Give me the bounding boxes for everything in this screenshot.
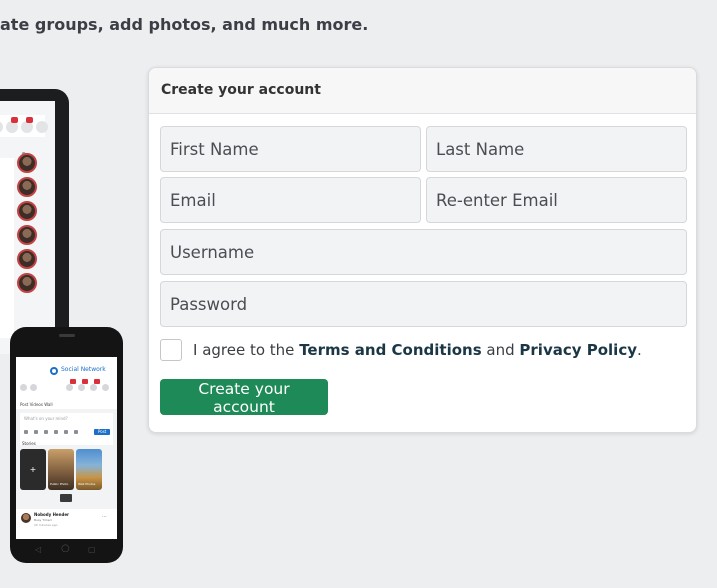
create-account-button[interactable]: Create your account xyxy=(160,379,328,416)
phone-nav-bar: ◁ ○ ▢ xyxy=(10,541,123,563)
laptop-notification-badge xyxy=(26,117,33,123)
phone-video-icon xyxy=(34,430,38,434)
social-network-logo-icon xyxy=(50,367,58,375)
phone-card-avatar xyxy=(21,513,31,523)
agree-suffix-text: . xyxy=(636,341,642,359)
phone-notification-badge xyxy=(70,379,76,384)
phone-emoji-icon xyxy=(54,430,58,434)
phone-notification-badge xyxy=(82,379,88,384)
phone-back-icon: ◁ xyxy=(35,545,42,554)
phone-card-menu-icon: ... xyxy=(102,513,107,519)
phone-friends-icon xyxy=(66,384,73,391)
laptop-avatar xyxy=(17,201,37,221)
laptop-notification-badge xyxy=(11,117,18,123)
agree-terms-label: I agree to the Terms and Conditions and … xyxy=(193,341,642,359)
phone-post-placeholder: What's on your mind? xyxy=(24,416,68,421)
email-input[interactable] xyxy=(160,177,421,223)
signup-card: Create your account I agree to the Terms… xyxy=(148,67,697,433)
phone-stories-label: Stories xyxy=(22,441,36,446)
reenter-email-input[interactable] xyxy=(426,177,687,223)
phone-location-icon xyxy=(74,430,78,434)
laptop-avatar xyxy=(17,273,37,293)
first-name-input[interactable] xyxy=(160,126,421,172)
phone-globe-icon xyxy=(90,384,97,391)
phone-post-button-label: Post xyxy=(98,429,107,434)
laptop-avatar xyxy=(17,153,37,173)
laptop-feed xyxy=(0,158,14,338)
phone-card-name: Nobody Hender xyxy=(34,512,70,517)
phone-logo-text: Social Network xyxy=(61,366,106,373)
hero-subtitle: ate groups, add photos, and much more. xyxy=(0,15,369,34)
phone-menu-icon xyxy=(20,384,27,391)
phone-speaker xyxy=(59,334,75,337)
phone-app-header: Social Network Post Videos Wall xyxy=(16,357,117,409)
agree-terms-checkbox[interactable] xyxy=(160,339,182,361)
phone-feed-card: Nobody Hender Busy Timed 20 minutes ago … xyxy=(16,509,117,539)
phone-story-name: Public Photo xyxy=(50,482,69,486)
phone-mockup: Social Network Post Videos Wall What's o… xyxy=(10,327,123,563)
laptop-screen: ✎ xyxy=(0,101,55,354)
phone-card-time: 20 minutes ago xyxy=(34,523,58,527)
agree-prefix-text: I agree to the xyxy=(193,341,300,359)
laptop-chevron-down-icon xyxy=(36,121,48,133)
phone-recent-apps-icon: ▢ xyxy=(88,545,96,554)
phone-story-name: Wall Photos xyxy=(78,482,96,486)
terms-and-conditions-link[interactable]: Terms and Conditions xyxy=(299,341,481,359)
username-input[interactable] xyxy=(160,229,687,275)
signup-card-header: Create your account xyxy=(149,68,696,114)
phone-story-arrows xyxy=(60,494,72,502)
phone-card-meta: Busy Timed xyxy=(34,518,52,522)
last-name-input[interactable] xyxy=(426,126,687,172)
phone-search-icon xyxy=(30,384,37,391)
password-input[interactable] xyxy=(160,281,687,327)
phone-photo-icon xyxy=(24,430,28,434)
phone-story: Public Photo xyxy=(48,449,74,490)
laptop-avatar xyxy=(17,249,37,269)
phone-screen: Social Network Post Videos Wall What's o… xyxy=(16,357,117,539)
laptop-avatar xyxy=(17,177,37,197)
phone-notification-badge xyxy=(94,379,100,384)
phone-story: Wall Photos xyxy=(76,449,102,490)
laptop-avatar xyxy=(17,225,37,245)
phone-music-icon xyxy=(44,430,48,434)
phone-chevron-down-icon xyxy=(102,384,109,391)
phone-tabs: Post Videos Wall xyxy=(20,402,53,407)
privacy-policy-link[interactable]: Privacy Policy xyxy=(519,341,637,359)
phone-add-story: + xyxy=(20,449,46,490)
phone-messages-icon xyxy=(78,384,85,391)
laptop-mockup: ✎ xyxy=(0,89,69,354)
phone-home-icon: ○ xyxy=(61,543,70,554)
agree-and-text: and xyxy=(481,341,520,359)
phone-pencil-icon xyxy=(64,430,68,434)
